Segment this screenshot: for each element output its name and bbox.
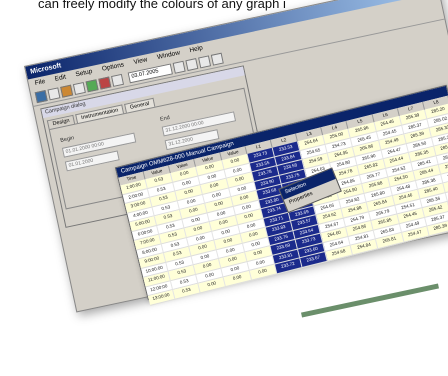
open-icon[interactable]: [34, 89, 48, 103]
begin-label: Begin: [59, 135, 75, 145]
zoom-icon[interactable]: [110, 73, 124, 87]
menu-file[interactable]: File: [34, 76, 47, 89]
chart-icon[interactable]: [85, 78, 99, 92]
menu-edit[interactable]: Edit: [54, 72, 67, 85]
nav-next-icon[interactable]: [197, 54, 212, 68]
cut-icon[interactable]: [72, 81, 86, 95]
save-icon[interactable]: [47, 86, 61, 100]
screenshot-scene: Microsoft File Edit Setup Options View W…: [24, 0, 448, 313]
nav-first-icon[interactable]: [172, 60, 186, 74]
nav-prev-icon[interactable]: [185, 57, 199, 71]
print-icon[interactable]: [60, 84, 74, 98]
table-icon[interactable]: [98, 76, 112, 90]
end-label: End: [159, 114, 171, 123]
nav-last-icon[interactable]: [210, 52, 224, 66]
status-bar: [301, 283, 439, 318]
